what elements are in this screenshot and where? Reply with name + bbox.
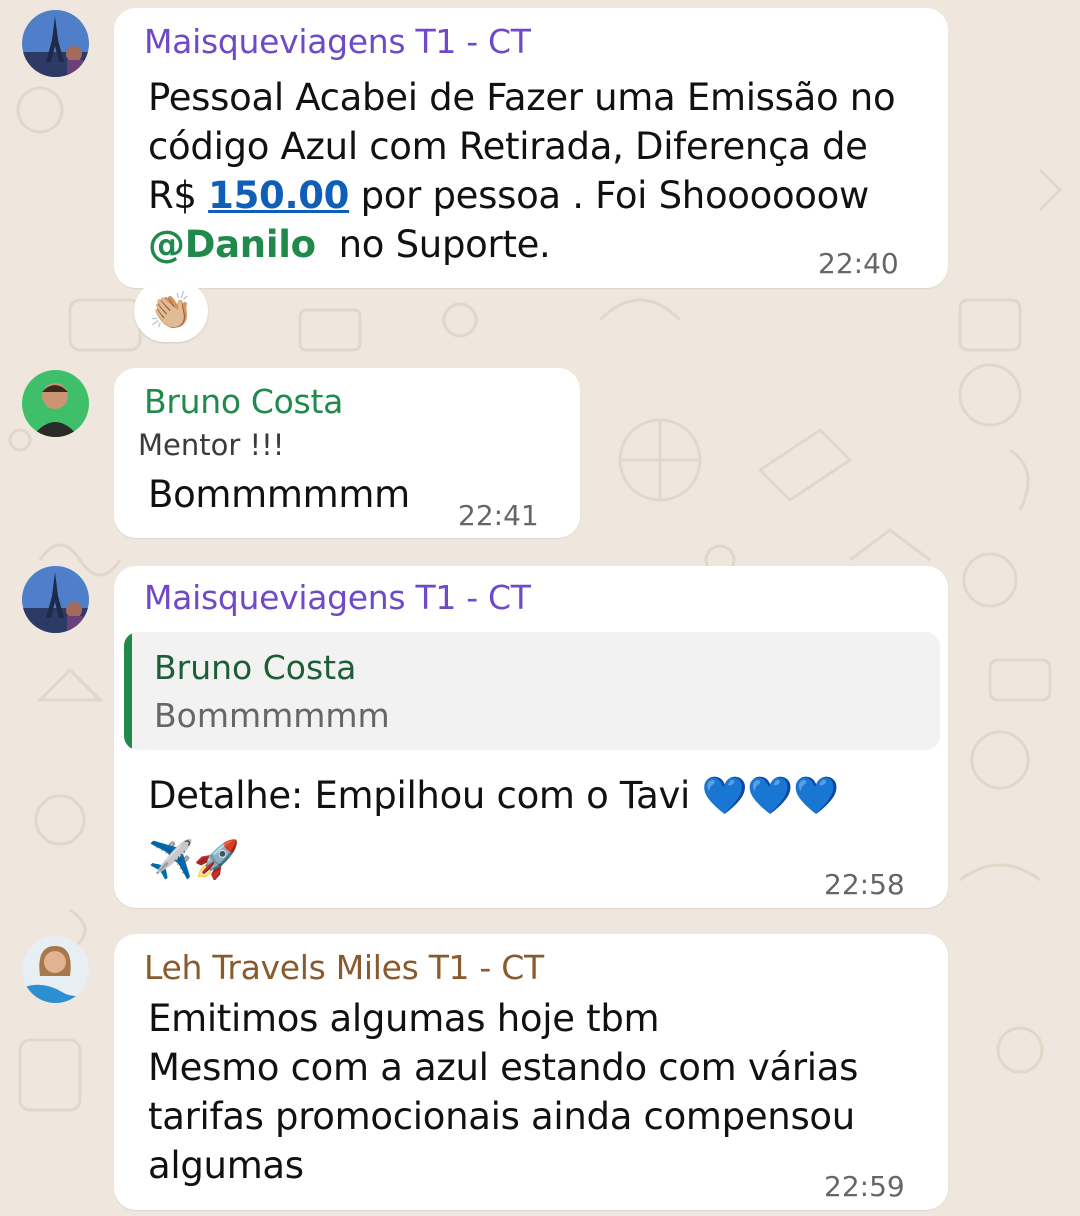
message-text: Emitimos algumas hoje tbm Mesmo com a az… <box>148 994 858 1190</box>
message-timestamp: 22:58 <box>824 868 905 901</box>
message-line: código Azul com Retirada, Diferença de <box>148 125 868 168</box>
message-bubble[interactable]: Maisqueviagens T1 - CT Pessoal Acabei de… <box>114 8 948 288</box>
message-line: @Danilo no Suporte. <box>148 220 895 269</box>
quote-accent-bar <box>124 632 132 750</box>
message-timestamp: 22:59 <box>824 1170 905 1203</box>
message-line-suffix: por pessoa . Foi Shoooooow <box>360 174 870 217</box>
message-line: algumas <box>148 1144 304 1187</box>
sender-name[interactable]: Leh Travels Miles T1 - CT <box>144 948 544 987</box>
avatar[interactable] <box>22 566 89 633</box>
message-line: Pessoal Acabei de Fazer uma Emissão no <box>148 76 896 119</box>
currency-label: R$ <box>148 174 197 217</box>
eiffel-tower-photo-icon <box>22 10 89 77</box>
message-timestamp: 22:41 <box>458 499 539 532</box>
message-line-suffix: no Suporte. <box>338 223 551 266</box>
sender-name[interactable]: Maisqueviagens T1 - CT <box>144 22 531 61</box>
message-line: R$ 150.00 por pessoa . Foi Shoooooow <box>148 171 895 220</box>
avatar[interactable] <box>22 936 89 1003</box>
message-line: tarifas promocionais ainda compensou <box>148 1095 855 1138</box>
message-line: ✈️🚀 <box>148 838 240 881</box>
message-text: Pessoal Acabei de Fazer uma Emissão no c… <box>148 73 896 269</box>
message-bubble[interactable]: Bruno Costa Mentor !!! Bommmmmm 22:41 <box>114 368 580 538</box>
quoted-sender-name: Bruno Costa <box>154 648 357 687</box>
message-bubble[interactable]: Maisqueviagens T1 - CT Bruno Costa Bommm… <box>114 566 948 908</box>
eiffel-tower-photo-icon <box>22 566 89 633</box>
sender-name[interactable]: Bruno Costa <box>144 382 343 421</box>
quoted-text: Bommmmmm <box>154 696 390 735</box>
sender-name[interactable]: Maisqueviagens T1 - CT <box>144 578 531 617</box>
avatar[interactable] <box>22 370 89 437</box>
mention-link[interactable]: @Danilo <box>148 223 316 266</box>
message-line: Detalhe: Empilhou com o Tavi 💙💙💙 <box>148 774 839 817</box>
message-text: Detalhe: Empilhou com o Tavi 💙💙💙 ✈️🚀 <box>148 764 839 892</box>
sender-role-label: Mentor !!! <box>138 428 285 462</box>
reaction-badge[interactable]: 👏🏼 <box>134 280 208 342</box>
man-portrait-photo-icon <box>22 370 89 437</box>
avatar[interactable] <box>22 10 89 77</box>
message-line: Mesmo com a azul estando com várias <box>148 1046 859 1089</box>
message-line: Emitimos algumas hoje tbm <box>148 997 660 1040</box>
message-timestamp: 22:40 <box>818 247 899 280</box>
message-text: Bommmmmm <box>148 473 410 516</box>
message-bubble[interactable]: Leh Travels Miles T1 - CT Emitimos algum… <box>114 934 948 1210</box>
quoted-message[interactable]: Bruno Costa Bommmmmm <box>124 632 940 750</box>
woman-portrait-photo-icon <box>22 936 89 1003</box>
phone-number-link[interactable]: 150.00 <box>208 174 349 217</box>
